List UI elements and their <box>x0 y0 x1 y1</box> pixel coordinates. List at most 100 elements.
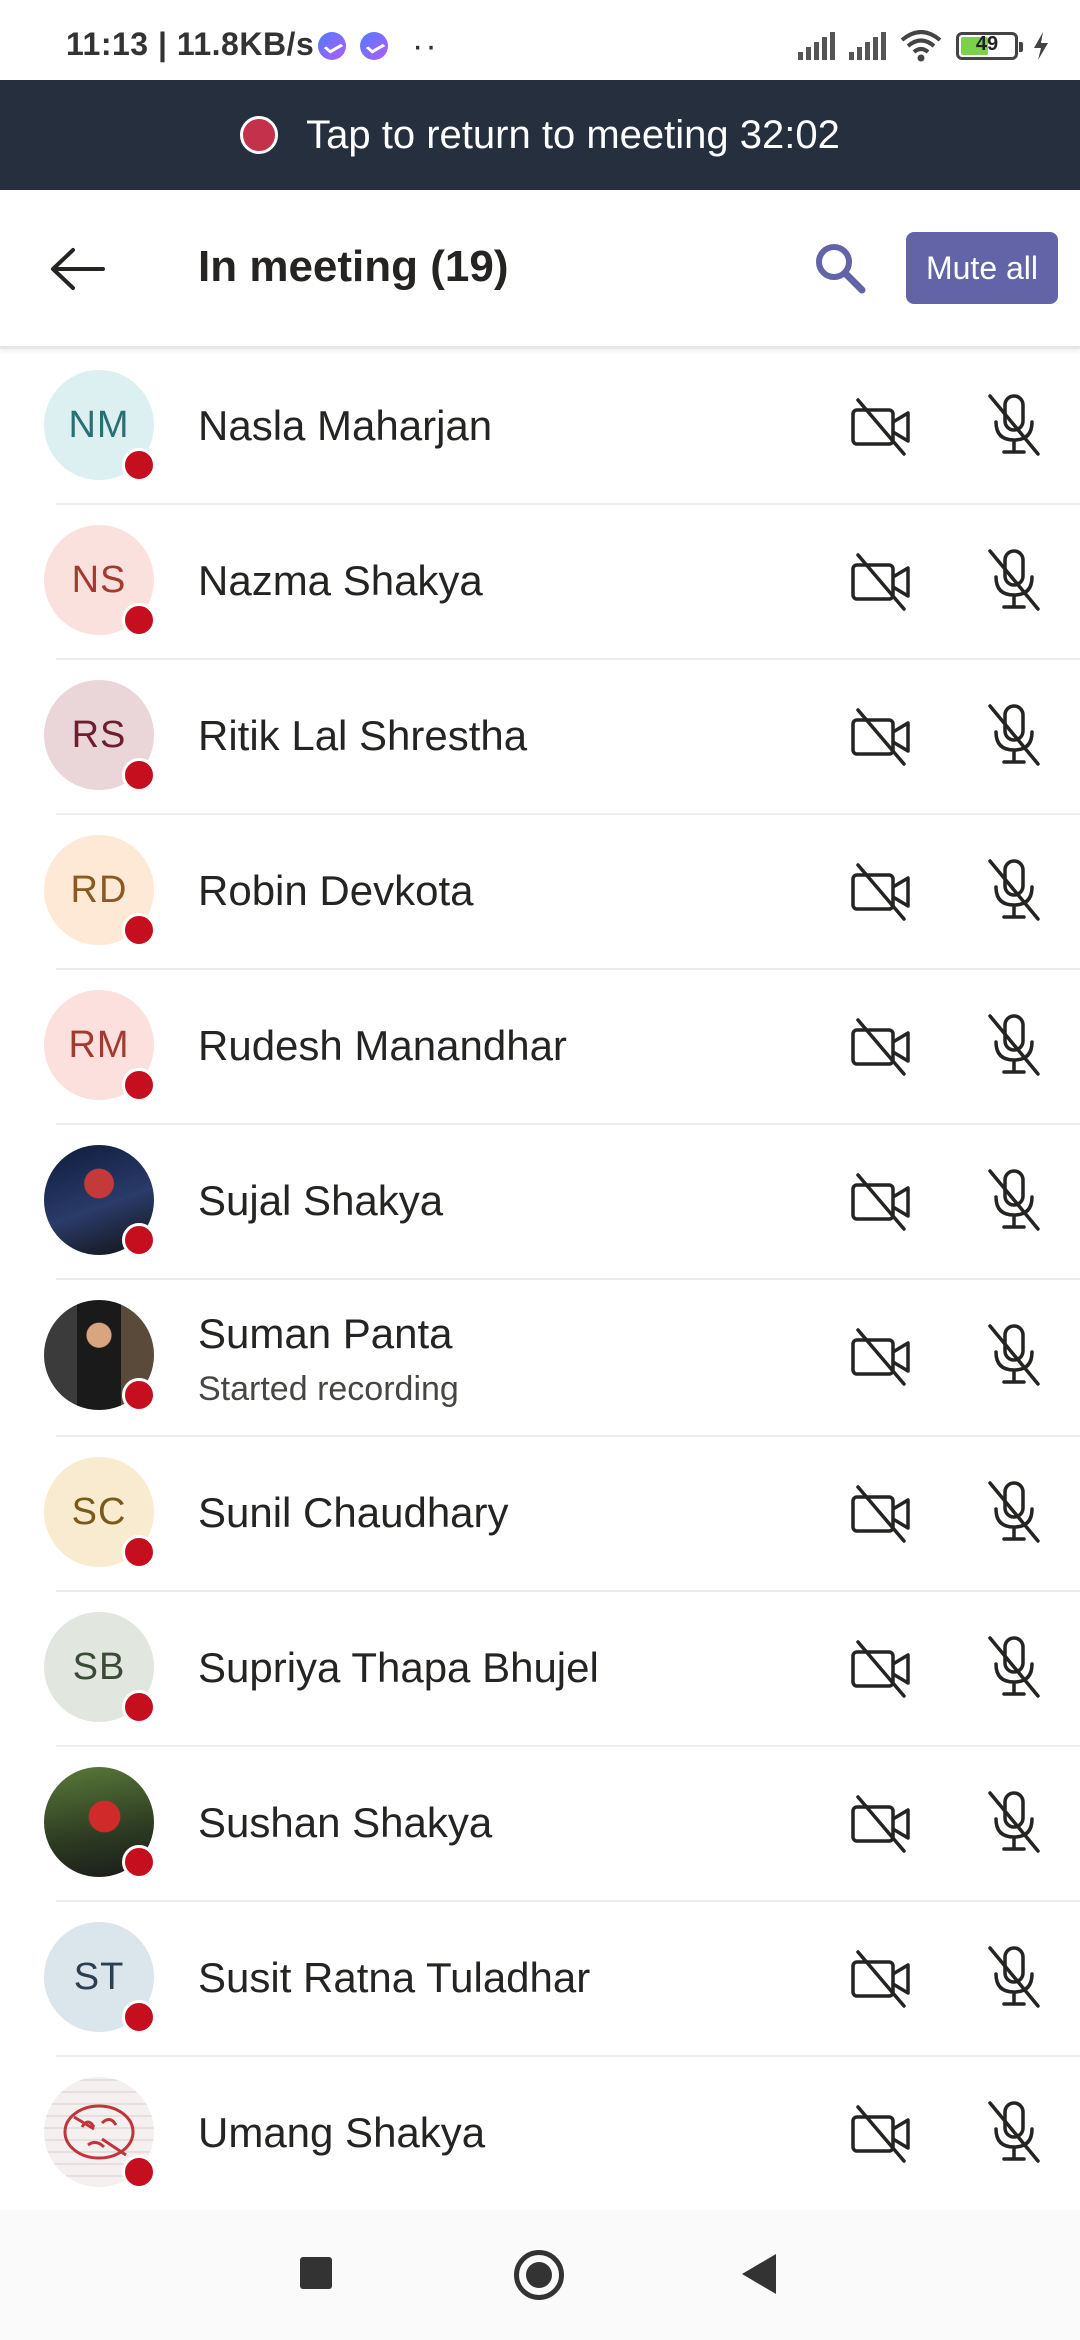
mic-off-icon <box>988 1481 1040 1543</box>
avatar: RS <box>44 680 156 792</box>
video-off-icon <box>851 553 910 611</box>
charging-icon <box>1034 32 1048 60</box>
video-off-icon <box>851 1328 910 1386</box>
messenger-icon <box>360 32 388 60</box>
presence-busy-icon <box>122 2000 156 2034</box>
participant-name: Nazma Shakya <box>198 557 483 604</box>
signal-icon <box>798 32 835 60</box>
back-button[interactable] <box>42 234 112 304</box>
avatar: SC <box>44 1457 156 1569</box>
avatar <box>44 1300 156 1412</box>
presence-busy-icon <box>122 913 156 947</box>
home-button[interactable] <box>514 2250 564 2300</box>
participant-name: Supriya Thapa Bhujel <box>198 1644 599 1691</box>
recents-button[interactable] <box>300 2257 332 2289</box>
participant-row[interactable]: ST Susit Ratna Tuladhar <box>0 1902 1080 2057</box>
participant-row[interactable]: SC Sunil Chaudhary <box>0 1437 1080 1592</box>
participant-row[interactable]: Sujal Shakya <box>0 1125 1080 1280</box>
participant-row[interactable]: Umang Shakya <box>0 2057 1080 2212</box>
back-nav-button[interactable] <box>742 2254 776 2294</box>
presence-busy-icon <box>122 1690 156 1724</box>
video-off-icon <box>851 1485 910 1543</box>
arrow-left-icon <box>51 248 105 290</box>
avatar: NM <box>44 370 156 482</box>
participant-list: NM Nasla Maharjan NS Nazma Shakya RS Rit… <box>0 350 1080 2212</box>
presence-busy-icon <box>122 1535 156 1569</box>
video-off-icon <box>851 1950 910 2008</box>
video-off-icon <box>851 1640 910 1698</box>
participant-row[interactable]: RM Rudesh Manandhar <box>0 970 1080 1125</box>
presence-busy-icon <box>122 1068 156 1102</box>
participant-status-text: Started recording <box>198 1370 459 1408</box>
participant-row[interactable]: Sushan Shakya <box>0 1747 1080 1902</box>
presence-busy-icon <box>122 448 156 482</box>
wifi-icon <box>900 30 942 62</box>
mic-off-icon <box>988 1169 1040 1231</box>
mic-off-icon <box>988 1636 1040 1698</box>
participant-row[interactable]: NM Nasla Maharjan <box>0 350 1080 505</box>
video-off-icon <box>851 1795 910 1853</box>
video-off-icon <box>851 708 910 766</box>
presence-busy-icon <box>122 758 156 792</box>
system-nav-bar <box>0 2210 1080 2340</box>
mute-all-button[interactable]: Mute all <box>906 232 1058 304</box>
participant-name: Sushan Shakya <box>198 1799 493 1846</box>
avatar <box>44 1767 156 1879</box>
participant-name: Rudesh Manandhar <box>198 1022 567 1069</box>
avatar: RD <box>44 835 156 947</box>
video-off-icon <box>851 1173 910 1231</box>
presence-busy-icon <box>122 603 156 637</box>
avatar: SB <box>44 1612 156 1724</box>
mic-off-icon <box>988 1014 1040 1076</box>
avatar: RM <box>44 990 156 1102</box>
search-button[interactable] <box>808 236 872 300</box>
avatar <box>44 2077 156 2189</box>
participant-name: Susit Ratna Tuladhar <box>198 1954 591 2001</box>
avatar: NS <box>44 525 156 637</box>
presence-busy-icon <box>122 1223 156 1257</box>
mic-off-icon <box>988 549 1040 611</box>
participants-header: In meeting (19) Mute all <box>0 190 1080 349</box>
mic-off-icon <box>988 859 1040 921</box>
status-bar: 11:13 | 11.8KB/s ·· 49 <box>0 0 1080 80</box>
participant-name: Nasla Maharjan <box>198 402 493 449</box>
battery-icon: 49 <box>956 32 1023 60</box>
mic-off-icon <box>988 704 1040 766</box>
mic-off-icon <box>988 1324 1040 1386</box>
participant-row[interactable]: NS Nazma Shakya <box>0 505 1080 660</box>
participant-row[interactable]: RD Robin Devkota <box>0 815 1080 970</box>
participant-row[interactable]: Suman Panta Started recording <box>0 1280 1080 1437</box>
participant-row[interactable]: RS Ritik Lal Shrestha <box>0 660 1080 815</box>
signal-icon <box>849 32 886 60</box>
participant-name: Umang Shakya <box>198 2109 486 2156</box>
mic-off-icon <box>988 1791 1040 1853</box>
presence-busy-icon <box>122 1845 156 1879</box>
presence-busy-icon <box>122 2155 156 2189</box>
mic-off-icon <box>988 2101 1040 2163</box>
mic-off-icon <box>988 394 1040 456</box>
presence-busy-icon <box>122 1378 156 1412</box>
participant-name: Suman Panta <box>198 1310 453 1357</box>
video-off-icon <box>851 398 910 456</box>
messenger-icon <box>318 32 346 60</box>
participant-row[interactable]: SB Supriya Thapa Bhujel <box>0 1592 1080 1747</box>
participant-name: Sunil Chaudhary <box>198 1489 509 1536</box>
participant-name: Robin Devkota <box>198 867 474 914</box>
return-to-meeting-banner[interactable]: Tap to return to meeting 32:02 <box>0 80 1080 190</box>
notification-icons: ·· <box>318 27 439 65</box>
more-dots-icon: ·· <box>412 27 439 65</box>
recording-icon <box>240 116 279 154</box>
banner-text: Tap to return to meeting 32:02 <box>306 112 840 157</box>
video-off-icon <box>851 1018 910 1076</box>
system-icons: 49 <box>798 30 1050 62</box>
video-off-icon <box>851 2105 910 2163</box>
participant-name: Sujal Shakya <box>198 1177 444 1224</box>
battery-level: 49 <box>975 33 999 55</box>
page-title: In meeting (19) <box>198 242 509 291</box>
avatar: ST <box>44 1922 156 2034</box>
status-time: 11:13 | 11.8KB/s <box>66 26 315 62</box>
video-off-icon <box>851 863 910 921</box>
mic-off-icon <box>988 1946 1040 2008</box>
search-icon <box>816 244 866 294</box>
participant-name: Ritik Lal Shrestha <box>198 712 528 759</box>
